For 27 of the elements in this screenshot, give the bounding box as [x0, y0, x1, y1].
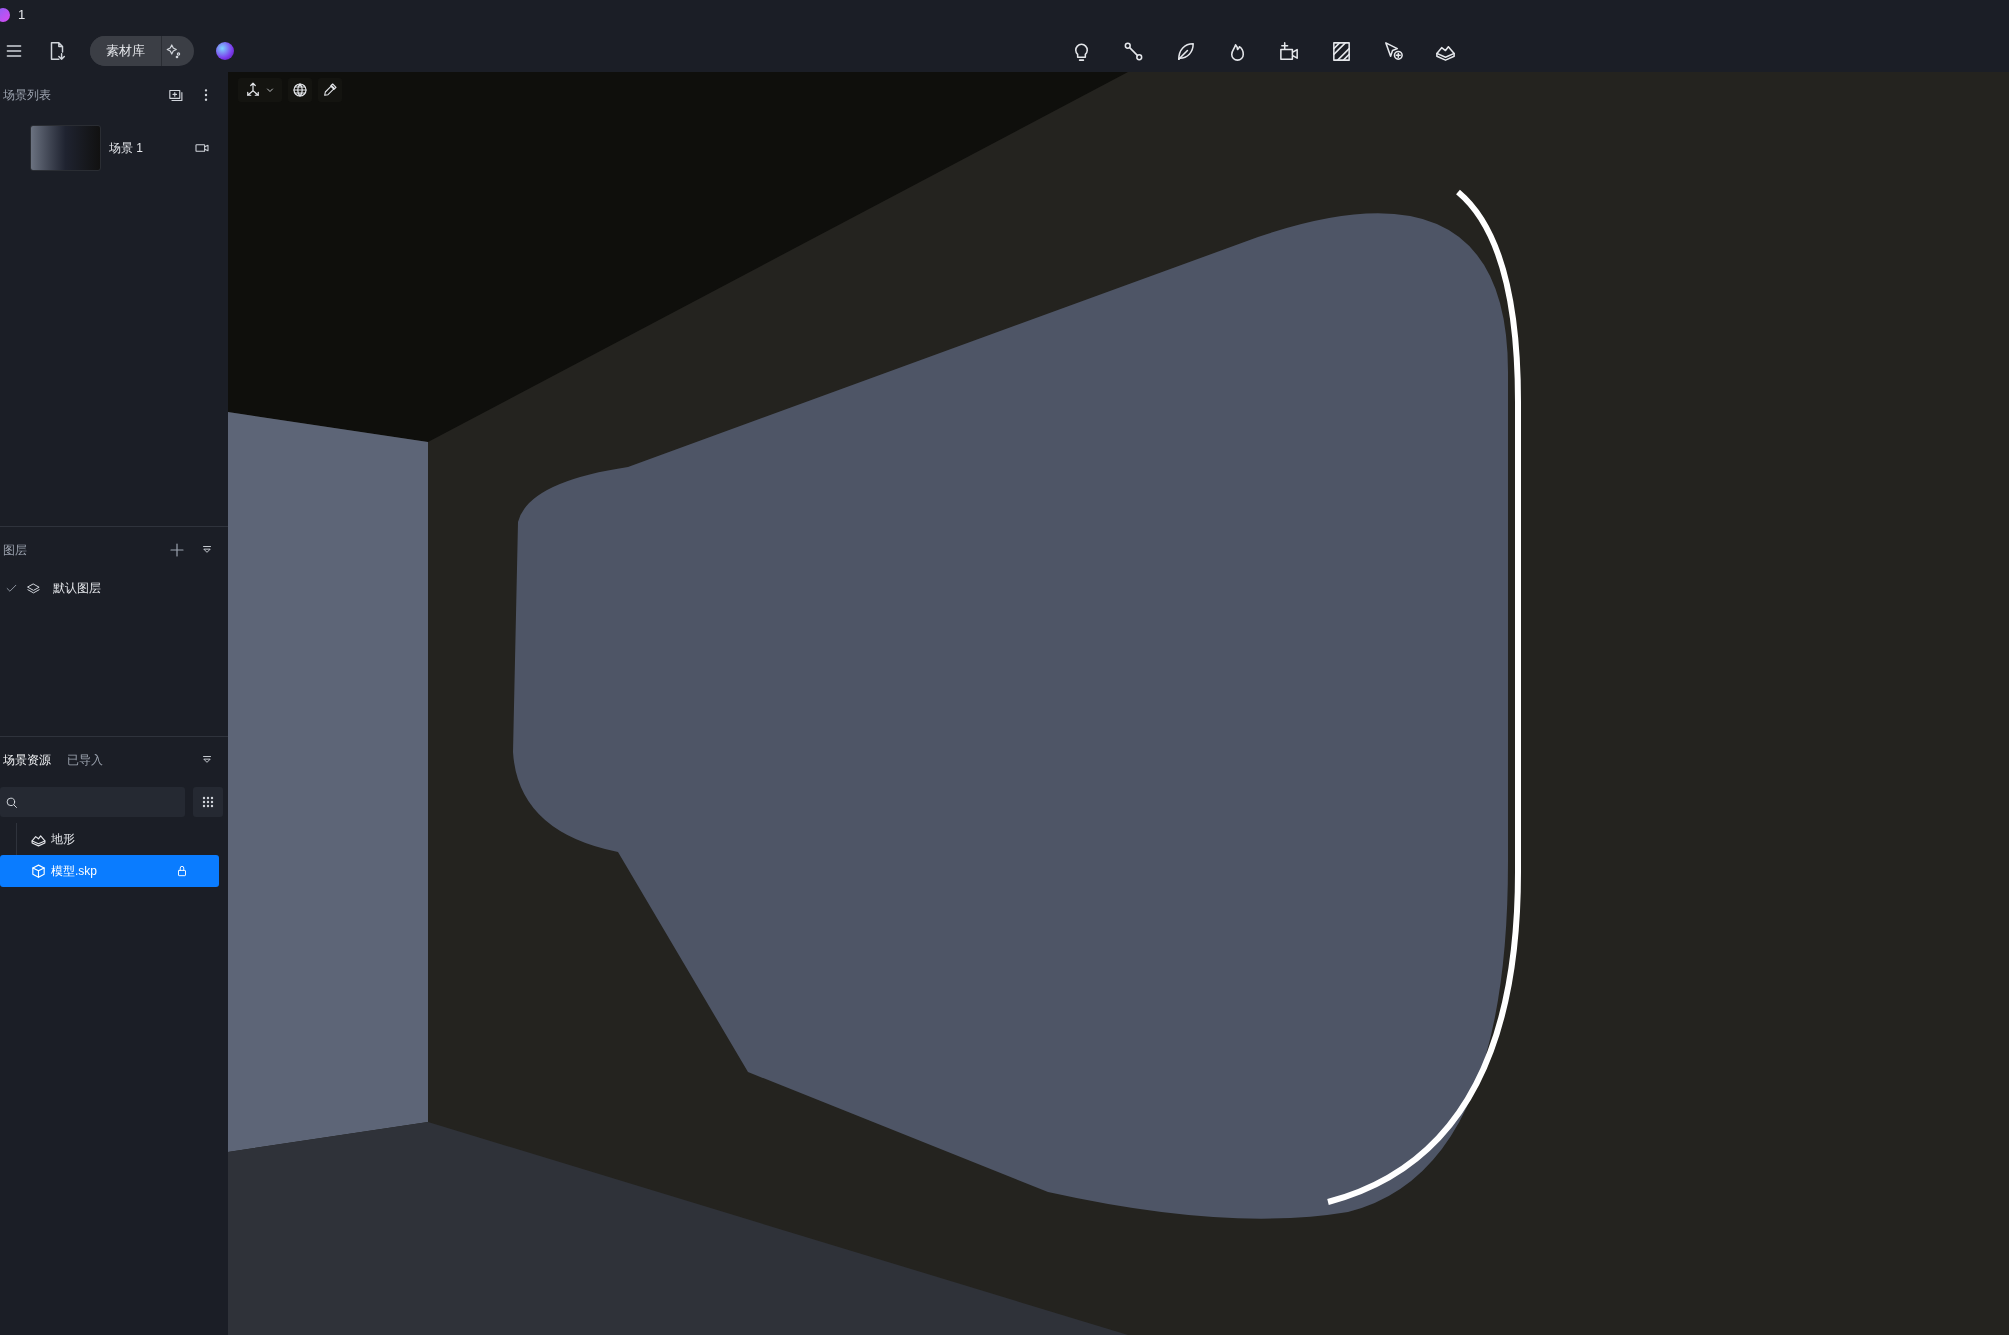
section-title: 图层: [3, 542, 27, 559]
scene-item[interactable]: 场景 1: [0, 118, 228, 178]
layer-icon: [26, 580, 41, 596]
add-icon[interactable]: [168, 541, 186, 559]
hatched-square-icon[interactable]: [1330, 39, 1353, 63]
section-title: 场景列表: [3, 87, 51, 104]
asset-item[interactable]: 地形: [0, 823, 219, 855]
app-logo-icon: [0, 8, 10, 22]
window-title: 1: [18, 6, 26, 25]
asset-tab[interactable]: 场景资源: [3, 751, 51, 769]
asset-item[interactable]: 模型.skp: [0, 855, 219, 887]
grid-view-icon[interactable]: [193, 787, 223, 817]
globe-icon[interactable]: [288, 78, 312, 102]
asset-name: 模型.skp: [51, 863, 97, 880]
asset-tab[interactable]: 已导入: [67, 751, 103, 769]
layer-name: 默认图层: [53, 580, 101, 597]
camera-add-icon[interactable]: [1278, 39, 1301, 63]
asset-name: 地形: [51, 831, 75, 848]
axes-icon: [244, 81, 262, 99]
scene-thumbnail: [30, 125, 101, 171]
eyedropper-icon[interactable]: [318, 78, 342, 102]
cube-icon: [30, 862, 47, 880]
axis-dropdown[interactable]: [238, 78, 282, 102]
lock-icon[interactable]: [175, 864, 189, 878]
pointer-add-icon[interactable]: [1382, 39, 1405, 63]
scene-name: 场景 1: [109, 140, 143, 157]
search-field[interactable]: [0, 787, 185, 817]
